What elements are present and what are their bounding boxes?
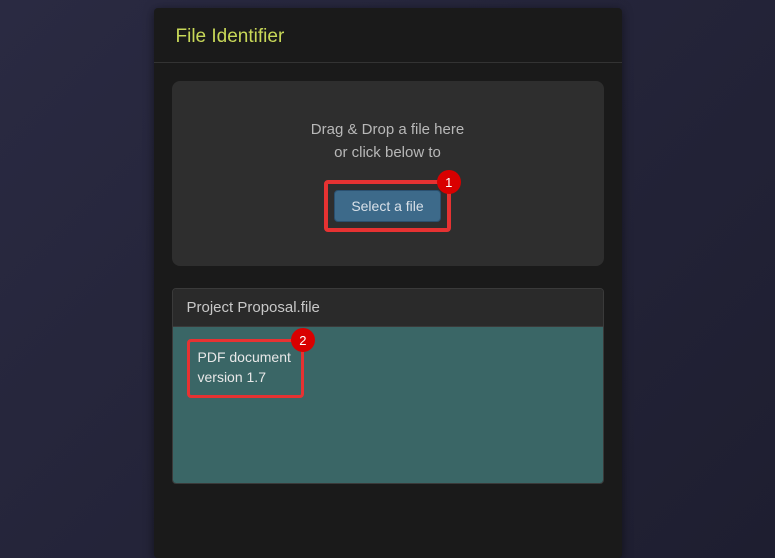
app-title: File Identifier xyxy=(176,26,600,48)
drop-line2: or click below to xyxy=(192,142,584,165)
result-type-highlight: PDF document version 1.7 2 xyxy=(187,339,304,398)
result-panel: Project Proposal.file PDF document versi… xyxy=(172,288,604,484)
select-file-highlight: Select a file 1 xyxy=(324,180,450,232)
app-header: File Identifier xyxy=(154,8,622,63)
annotation-badge-2: 2 xyxy=(291,328,315,352)
result-filename: Project Proposal.file xyxy=(173,289,603,327)
result-type-line2: version 1.7 xyxy=(198,368,291,388)
select-file-button[interactable]: Select a file xyxy=(334,190,440,222)
drop-instructions: Drag & Drop a file here or click below t… xyxy=(192,119,584,164)
annotation-badge-1: 1 xyxy=(437,170,461,194)
result-type-line1: PDF document xyxy=(198,348,291,368)
drop-zone[interactable]: Drag & Drop a file here or click below t… xyxy=(172,81,604,266)
result-body: PDF document version 1.7 2 xyxy=(173,327,603,483)
drop-line1: Drag & Drop a file here xyxy=(192,119,584,142)
app-container: File Identifier Drag & Drop a file here … xyxy=(154,8,622,558)
